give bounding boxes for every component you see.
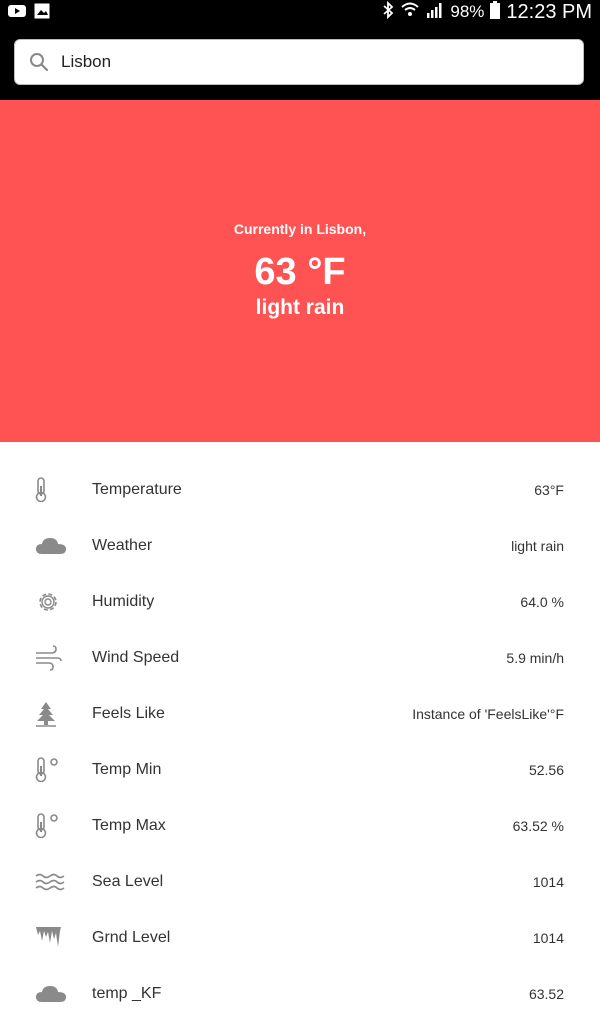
list-item-grnd-level: Grnd Level 1014	[0, 910, 600, 966]
row-value: 63.52	[528, 986, 564, 1002]
row-value: 64.0 %	[520, 594, 564, 610]
status-bar: 98% 12:23 PM	[0, 0, 600, 24]
row-label: Temp Min	[92, 761, 162, 778]
list-item-temperature: Temperature 63°F	[0, 462, 600, 518]
row-value: 52.56	[528, 762, 564, 778]
list-item-wind-speed: Wind Speed 5.9 min/h	[0, 630, 600, 686]
gear-icon	[35, 589, 63, 615]
row-value: 5.9 min/h	[506, 650, 564, 666]
signal-icon	[426, 2, 444, 23]
gallery-icon	[34, 3, 50, 24]
cloud-icon	[35, 981, 66, 1007]
search-bar	[0, 24, 600, 100]
row-label: Feels Like	[92, 705, 165, 722]
row-label: Weather	[92, 537, 153, 554]
search-input[interactable]	[61, 40, 561, 84]
list-item-weather: Weather light rain	[0, 518, 600, 574]
waves-icon	[35, 869, 65, 895]
clock: 12:23 PM	[506, 0, 592, 23]
battery-icon	[490, 0, 501, 24]
list-item-feels-like: Feels Like Instance of 'FeelsLike'°F	[0, 686, 600, 742]
row-label: Temperature	[92, 481, 182, 498]
row-value: light rain	[511, 538, 564, 554]
search-box[interactable]	[14, 39, 584, 85]
search-icon	[29, 52, 49, 77]
thermometer-degree-icon	[35, 813, 63, 839]
thermometer-icon	[35, 477, 63, 503]
row-value: 1014	[532, 874, 564, 890]
row-value: 1014	[532, 930, 564, 946]
row-value: Instance of 'FeelsLike'°F	[412, 706, 564, 722]
list-item-sea-level: Sea Level 1014	[0, 854, 600, 910]
row-label: Humidity	[92, 593, 155, 610]
list-item-temp-min: Temp Min 52.56	[0, 742, 600, 798]
wind-icon	[35, 645, 63, 671]
list-item-humidity: Humidity 64.0 %	[0, 574, 600, 630]
row-label: Grnd Level	[92, 929, 171, 946]
bluetooth-icon	[382, 0, 394, 24]
tree-icon	[35, 701, 63, 727]
row-value: 63°F	[534, 482, 564, 498]
battery-percent: 98%	[450, 2, 485, 21]
icicles-icon	[35, 925, 63, 951]
weather-description: light rain	[255, 296, 345, 319]
cloud-icon	[35, 533, 66, 559]
location-subtitle: Currently in Lisbon,	[233, 221, 367, 237]
current-weather-banner: Currently in Lisbon, 63 °F light rain	[0, 100, 600, 442]
thermometer-degree-icon	[35, 757, 63, 783]
list-item-temp-kf: temp _KF 63.52	[0, 966, 600, 1022]
row-label: Sea Level	[92, 873, 164, 890]
youtube-icon	[8, 4, 26, 23]
list-item-temp-max: Temp Max 63.52 %	[0, 798, 600, 854]
row-label: Temp Max	[92, 817, 166, 834]
wifi-icon	[400, 1, 420, 24]
row-value: 63.52 %	[512, 818, 564, 834]
row-label: temp _KF	[92, 985, 162, 1002]
current-temperature: 63 °F	[254, 251, 346, 293]
row-label: Wind Speed	[92, 649, 180, 666]
